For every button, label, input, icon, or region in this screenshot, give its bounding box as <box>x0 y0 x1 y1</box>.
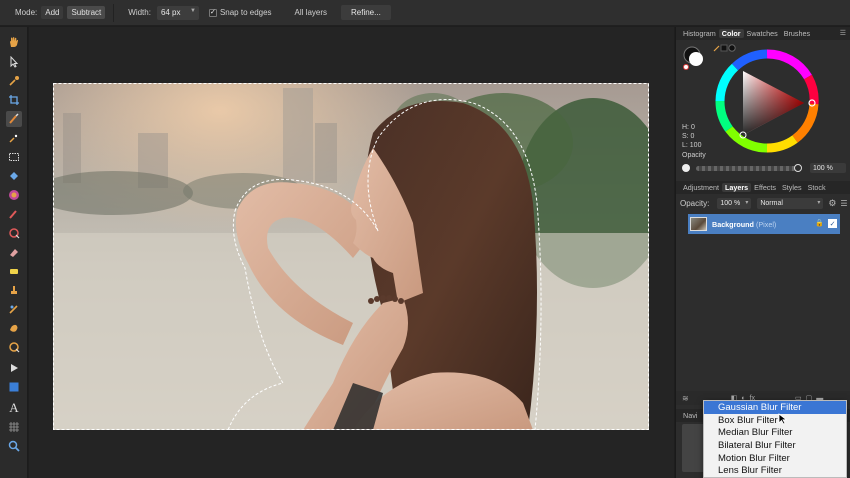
selection-brush-icon[interactable] <box>6 111 22 127</box>
layers-stack-icon[interactable]: ≋ <box>682 394 689 403</box>
context-toolbar: Mode: Add Subtract Width: 64 px ▼ ✓ Snap… <box>0 0 850 26</box>
tab-adjustment[interactable]: Adjustment <box>680 183 722 192</box>
tools-panel: A <box>0 27 28 478</box>
refine-button[interactable]: Refine... <box>341 5 391 20</box>
tab-navigator[interactable]: Navi <box>680 411 700 420</box>
visibility-checkbox[interactable]: ✓ <box>828 219 837 228</box>
tab-swatches[interactable]: Swatches <box>744 29 781 38</box>
zoom-icon[interactable] <box>6 438 22 454</box>
document-photo[interactable] <box>53 83 649 430</box>
snap-label: Snap to edges <box>219 8 272 17</box>
dodge-icon[interactable] <box>6 282 22 298</box>
menu-item-bilateral-blur[interactable]: Bilateral Blur Filter <box>704 439 846 452</box>
hsl-readout: H: 0 S: 0 L: 100 <box>682 123 701 150</box>
blend-mode-value: Normal <box>760 199 783 207</box>
smudge-icon[interactable] <box>6 263 22 279</box>
layer-opacity-value: 100 % <box>720 199 741 207</box>
panel-menu-icon[interactable]: ☰ <box>840 29 846 37</box>
color-opacity-label: Opacity <box>682 152 706 159</box>
menu-item-lens-blur[interactable]: Lens Blur Filter <box>704 464 846 477</box>
saturation-value: S: 0 <box>682 133 695 140</box>
tab-layers[interactable]: Layers <box>721 183 752 192</box>
patch-icon[interactable] <box>6 320 22 336</box>
chevron-down-icon: ▾ <box>817 199 821 206</box>
red-eye-icon[interactable] <box>6 339 22 355</box>
width-value: 64 px <box>160 8 181 17</box>
flood-select-icon[interactable] <box>6 130 22 146</box>
layers-panel-tabs: Adjustment Layers Effects Styles Stock <box>676 181 850 194</box>
layer-name-text: Background <box>712 219 754 229</box>
layer-row-background[interactable]: Background (Pixel) 🔒 ✓ <box>688 214 840 234</box>
color-opacity-control: 100 % ▼ <box>682 163 850 173</box>
mode-add-button[interactable]: Add <box>41 6 64 19</box>
color-panel-tabs: Histogram Color Swatches Brushes ☰ <box>676 27 850 40</box>
snap-checkbox[interactable]: ✓ <box>208 8 217 17</box>
mouse-cursor-icon <box>778 413 788 425</box>
mode-label: Mode: <box>15 8 38 17</box>
opacity-slider[interactable] <box>696 165 796 171</box>
gear-icon[interactable]: ⚙ <box>828 198 836 209</box>
mode-subtract-button[interactable]: Subtract <box>67 6 106 19</box>
chevron-down-icon: ▾ <box>745 199 749 206</box>
tab-effects[interactable]: Effects <box>751 183 779 192</box>
layer-type-text: (Pixel) <box>755 219 777 229</box>
menu-item-motion-blur[interactable]: Motion Blur Filter <box>704 452 846 465</box>
menu-icon[interactable]: ☰ <box>840 199 847 208</box>
opacity-slider-handle[interactable] <box>794 164 802 172</box>
hue-value: H: 0 <box>682 124 695 131</box>
layer-thumbnail <box>690 217 707 231</box>
tab-stock[interactable]: Stock <box>805 183 829 192</box>
chevron-down-icon: ▼ <box>189 7 196 14</box>
width-input[interactable]: 64 px ▼ <box>156 5 199 20</box>
all-layers-toggle[interactable]: All layers <box>284 8 327 17</box>
opacity-min-swatch <box>682 164 690 172</box>
menu-item-box-blur[interactable]: Box Blur Filter <box>704 414 846 427</box>
menu-item-gaussian-blur[interactable]: Gaussian Blur Filter <box>704 401 846 414</box>
tab-styles[interactable]: Styles <box>779 183 805 192</box>
color-wheel[interactable] <box>715 49 819 153</box>
tab-brushes[interactable]: Brushes <box>781 29 813 38</box>
color-picker-icon[interactable] <box>6 73 22 89</box>
lock-icon[interactable]: 🔒 <box>815 219 824 227</box>
tab-histogram[interactable]: Histogram <box>680 29 719 38</box>
gradient-icon[interactable] <box>6 187 22 203</box>
layer-opacity-label: Opacity: <box>680 198 710 208</box>
hand-icon[interactable] <box>6 34 22 50</box>
blur-filter-menu: Gaussian Blur Filter Box Blur Filter Med… <box>703 400 847 478</box>
opacity-value: 100 % <box>813 164 833 172</box>
pointer-icon[interactable] <box>6 54 22 70</box>
width-label: Width: <box>128 8 151 17</box>
marquee-icon[interactable] <box>6 149 22 165</box>
clone-icon[interactable] <box>6 301 22 317</box>
pen-icon[interactable] <box>6 360 22 376</box>
blend-mode-select[interactable]: Normal ▾ <box>757 197 824 209</box>
opacity-input[interactable]: 100 % ▼ <box>810 163 850 173</box>
text-icon[interactable]: A <box>6 400 22 416</box>
pixel-icon[interactable] <box>6 225 22 241</box>
toolbar-divider <box>113 3 115 22</box>
snap-to-edges-toggle[interactable]: ✓ Snap to edges <box>208 8 272 17</box>
menu-item-median-blur[interactable]: Median Blur Filter <box>704 426 846 439</box>
layer-name: Background (Pixel) <box>712 220 776 229</box>
fill-icon[interactable] <box>6 168 22 184</box>
canvas-workspace[interactable] <box>29 27 674 478</box>
layer-opacity-input[interactable]: 100 % ▾ <box>717 197 752 209</box>
erase-icon[interactable] <box>6 244 22 260</box>
tab-color[interactable]: Color <box>718 29 744 38</box>
layers-options-bar: Opacity: 100 % ▾ Normal ▾ ⚙ ☰ <box>676 196 850 210</box>
all-layers-checkbox[interactable] <box>284 9 292 17</box>
mesh-warp-icon[interactable] <box>6 419 22 435</box>
shape-icon[interactable] <box>6 379 22 395</box>
all-layers-label: All layers <box>294 8 327 17</box>
paint-brush-icon[interactable] <box>6 206 22 222</box>
lightness-value: L: 100 <box>682 142 702 149</box>
crop-icon[interactable] <box>6 92 22 108</box>
